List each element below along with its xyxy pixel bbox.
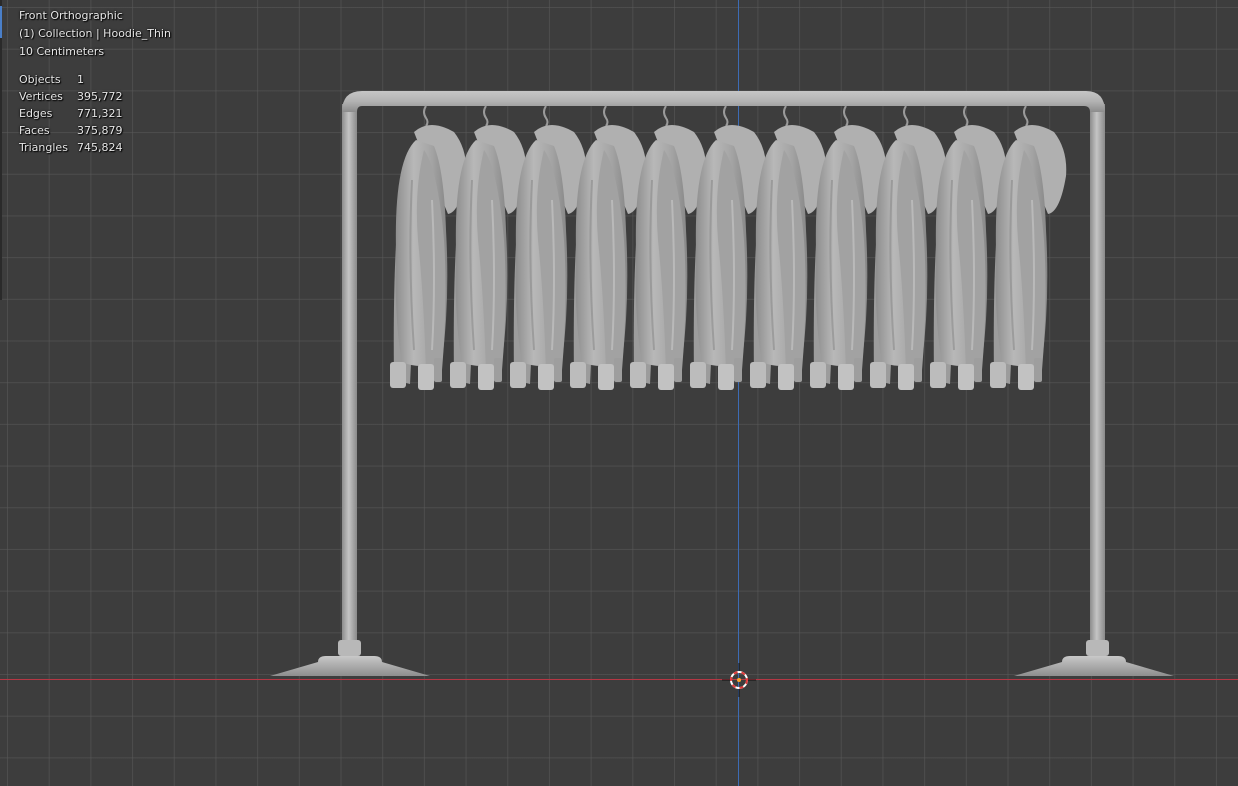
hoodie-cuff: [914, 358, 922, 382]
hoodie-cuff: [1018, 364, 1034, 390]
hoodie-cuff: [794, 358, 802, 382]
grid-scale-label: 10 Centimeters: [19, 45, 105, 58]
hoodie-cuff: [990, 362, 1006, 388]
hoodie-group[interactable]: [390, 105, 1067, 390]
stat-label: Edges: [19, 107, 53, 120]
hanger-hook: [603, 105, 609, 127]
rack-right-foot-collar: [1086, 640, 1109, 656]
stat-row-edges: Edges 771,321: [19, 105, 171, 122]
hanger-hook: [903, 105, 909, 127]
hoodie-cuff: [810, 362, 826, 388]
hanger-hook: [543, 105, 549, 127]
hanger-hook: [483, 105, 489, 127]
hoodie-cuff: [974, 358, 982, 382]
stat-value: 745,824: [77, 141, 123, 154]
stat-value: 375,879: [77, 124, 123, 137]
stat-row-faces: Faces 375,879: [19, 122, 171, 139]
hoodie-cuff: [434, 358, 442, 382]
stat-label: Vertices: [19, 90, 63, 103]
hoodie-cuff: [554, 358, 562, 382]
view-name: Front Orthographic: [19, 9, 123, 22]
hoodie-cuff: [958, 364, 974, 390]
scene-statistics: Objects 1 Vertices 395,772 Edges 771,321 Fa…: [19, 71, 171, 156]
viewport-info-overlay: Front Orthographic (1) Collection | Hood…: [19, 7, 171, 156]
stat-row-triangles: Triangles 745,824: [19, 139, 171, 156]
hoodie-cuff: [614, 358, 622, 382]
rack-left-foot-collar: [338, 640, 361, 656]
hoodie-cuff: [750, 362, 766, 388]
3d-cursor-icon[interactable]: [722, 663, 756, 697]
rack-right-base: [1014, 656, 1174, 676]
hoodie-cuff: [778, 364, 794, 390]
hoodie-cuff: [510, 362, 526, 388]
rack-scene[interactable]: [0, 0, 1238, 786]
hoodie-cuff: [898, 364, 914, 390]
toolbar-edge: [0, 0, 2, 300]
hoodie-cuff: [494, 358, 502, 382]
stat-label: Objects: [19, 73, 61, 86]
hoodie-cuff: [538, 364, 554, 390]
hoodie-cuff: [718, 364, 734, 390]
stat-value: 395,772: [77, 90, 123, 103]
hoodie-cuff: [630, 362, 646, 388]
hoodie-cuff: [870, 362, 886, 388]
3d-viewport[interactable]: Front Orthographic (1) Collection | Hood…: [0, 0, 1238, 786]
hanger-hook: [843, 105, 849, 127]
hoodie-cuff: [930, 362, 946, 388]
hanger-hook: [423, 105, 429, 127]
stat-value: 771,321: [77, 107, 123, 120]
stat-label: Faces: [19, 124, 50, 137]
hoodie-cuff: [418, 364, 434, 390]
hanger-hook: [963, 105, 969, 127]
hoodie-cuff: [838, 364, 854, 390]
hanger-hook: [663, 105, 669, 127]
hoodie-cuff: [1034, 358, 1042, 382]
hanger-hook: [1023, 105, 1029, 127]
hoodie-cuff: [450, 362, 466, 388]
hoodie-cuff: [598, 364, 614, 390]
hoodie-cuff: [390, 362, 406, 388]
rack-left-leg: [342, 104, 357, 654]
hoodie-cuff: [570, 362, 586, 388]
hoodie-cuff: [658, 364, 674, 390]
hoodie-cuff: [478, 364, 494, 390]
collection-label: (1) Collection | Hoodie_Thin: [19, 27, 171, 40]
hoodie-cuff: [734, 358, 742, 382]
rack-left-base: [270, 656, 430, 676]
stat-row-objects: Objects 1: [19, 71, 171, 88]
hoodie-cuff: [674, 358, 682, 382]
hoodie-cuff: [854, 358, 862, 382]
hanger-hook: [723, 105, 729, 127]
stat-value: 1: [77, 73, 84, 86]
stat-label: Triangles: [19, 141, 68, 154]
hanger-hook: [783, 105, 789, 127]
hoodie-cuff: [690, 362, 706, 388]
rack-right-leg: [1090, 104, 1105, 654]
stat-row-vertices: Vertices 395,772: [19, 88, 171, 105]
